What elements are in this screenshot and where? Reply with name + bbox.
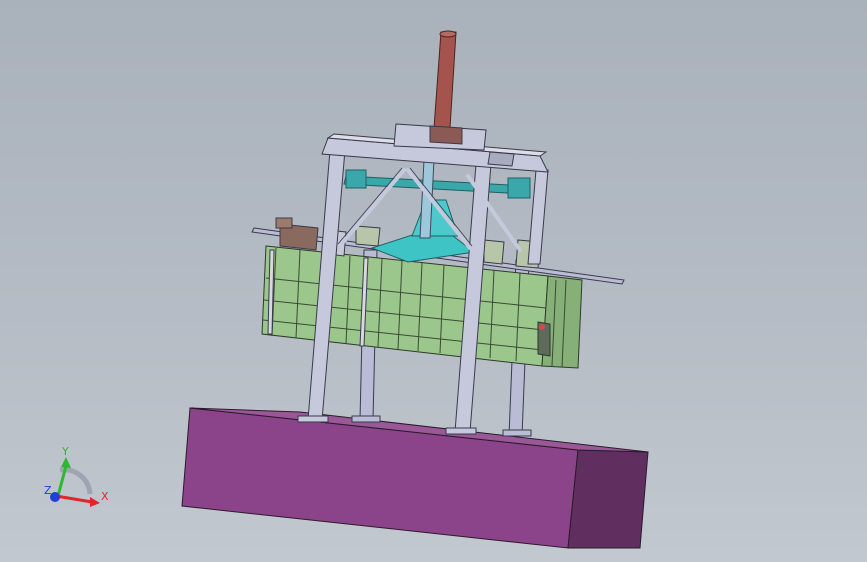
top-frame-end (487, 151, 515, 167)
y-axis-arrow (61, 457, 71, 468)
x-axis-arrow (90, 497, 100, 507)
base-side-face (567, 449, 649, 549)
bar-block-right (507, 177, 531, 199)
y-axis-label: Y (61, 445, 69, 458)
hopper-cross-bar (343, 175, 529, 195)
top-frame[interactable] (321, 123, 549, 173)
motor-top-left (275, 217, 293, 229)
x-axis-label: X (101, 490, 109, 503)
rear-foot-left (351, 415, 381, 423)
piston-rod (433, 31, 457, 129)
rod-clamp (429, 125, 463, 145)
rear-foot-right (502, 429, 532, 437)
cad-graphics-viewport[interactable]: X Y Z (0, 0, 867, 562)
z-axis-label: Z (44, 484, 52, 497)
front-foot-right (445, 427, 477, 435)
base-block[interactable] (181, 407, 649, 549)
rod-cap (439, 30, 457, 38)
indicator-light (539, 324, 545, 330)
bar-block-left (345, 169, 367, 189)
front-foot-left (297, 415, 329, 423)
box-right-a (483, 239, 505, 265)
rear-leg-top-right (527, 169, 549, 265)
model-view[interactable]: X Y Z (0, 0, 867, 562)
x-axis (55, 494, 93, 504)
box-right-c (355, 225, 381, 247)
orientation-triad[interactable]: X Y Z (44, 445, 109, 507)
